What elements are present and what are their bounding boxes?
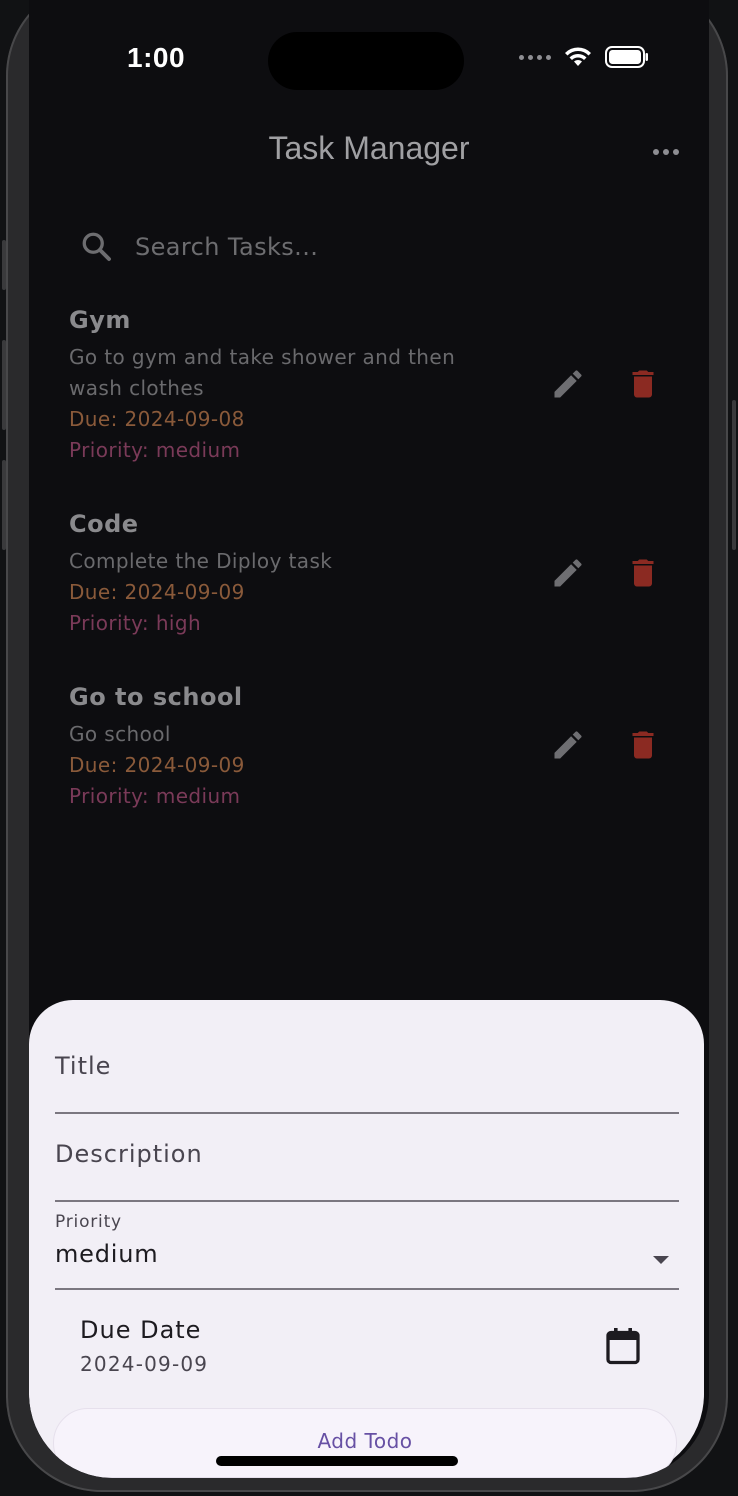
device-side-button [732, 400, 736, 550]
task-priority: Priority: high [69, 611, 202, 635]
device-side-button [2, 240, 6, 290]
device-side-button [2, 460, 6, 550]
due-date-value: 2024-09-09 [80, 1352, 209, 1376]
phone-screen: 1:00 Task Manager Gym Go to gym and take… [29, 0, 709, 1478]
task-due-date: Due: 2024-09-08 [69, 407, 245, 431]
signal-icon [519, 54, 551, 60]
task-priority: Priority: medium [69, 438, 241, 462]
description-field[interactable]: Description [55, 1140, 679, 1202]
edit-icon[interactable] [550, 555, 586, 591]
title-field-label: Title [55, 1052, 112, 1080]
task-priority: Priority: medium [69, 784, 241, 808]
task-description: Go to gym and take shower and then wash … [69, 345, 456, 400]
dynamic-island [268, 32, 464, 90]
dropdown-arrow-icon [653, 1256, 669, 1264]
delete-icon[interactable] [625, 727, 661, 763]
edit-icon[interactable] [550, 727, 586, 763]
delete-icon[interactable] [625, 366, 661, 402]
task-description: Go school [69, 722, 171, 746]
title-field[interactable]: Title [55, 1052, 679, 1114]
due-date-label: Due Date [80, 1316, 202, 1344]
status-icons [519, 46, 649, 68]
search-input[interactable] [135, 233, 615, 261]
task-title: Go to school [69, 683, 243, 711]
add-todo-button-label: Add Todo [317, 1429, 413, 1453]
task-description: Complete the Diploy task [69, 549, 333, 573]
task-title: Code [69, 510, 139, 538]
priority-label: Priority [55, 1212, 122, 1232]
battery-icon [605, 46, 648, 68]
add-todo-sheet: Title Description Priority medium Due Da… [29, 1000, 704, 1478]
more-horizontal-icon[interactable] [651, 142, 681, 162]
edit-icon[interactable] [550, 366, 586, 402]
device-side-button [2, 340, 6, 430]
search-icon [82, 232, 111, 261]
delete-icon[interactable] [625, 555, 661, 591]
status-time: 1:00 [127, 42, 186, 73]
home-indicator[interactable] [216, 1456, 458, 1466]
search-bar[interactable] [79, 222, 659, 272]
add-todo-button[interactable]: Add Todo [53, 1408, 677, 1478]
description-field-label: Description [55, 1140, 203, 1168]
calendar-icon[interactable] [605, 1326, 641, 1366]
priority-select[interactable]: Priority medium [55, 1212, 679, 1290]
page-title: Task Manager [268, 130, 470, 166]
wifi-icon [565, 47, 591, 66]
priority-value: medium [55, 1240, 159, 1268]
task-title: Gym [69, 306, 131, 334]
